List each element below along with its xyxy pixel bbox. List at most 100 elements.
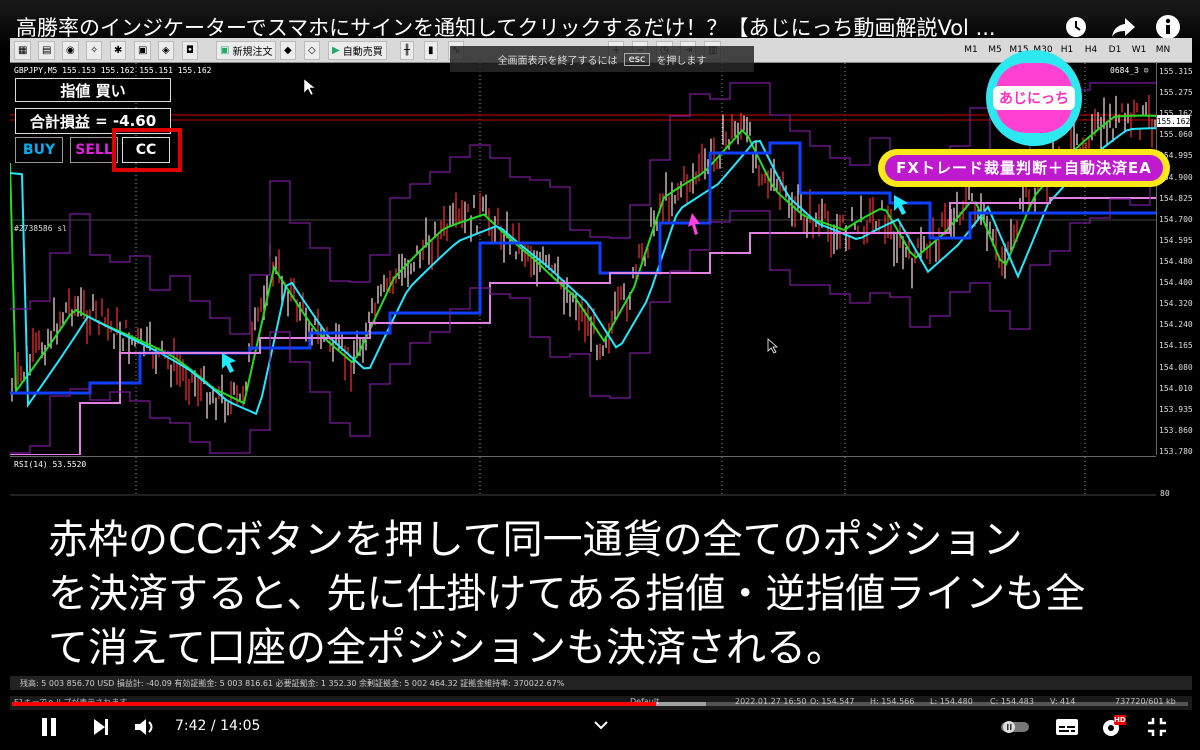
navigator-icon: ✱: [114, 45, 123, 56]
total-pl-equals: =: [95, 112, 108, 130]
terminal-icon: ▣: [138, 45, 148, 56]
toolbar-new-chart-button[interactable]: ▦: [14, 41, 32, 60]
price-axis-tick: 154.825: [1159, 193, 1193, 203]
time-display: 7:42 / 14:05: [175, 718, 260, 734]
logo-inner: あじにっち: [993, 63, 1075, 133]
price-axis-tick: 154.700: [1159, 214, 1193, 224]
rsi-label: RSI(14) 53.5520: [14, 460, 87, 469]
price-axis-tick: 153.935: [1159, 404, 1193, 414]
settings-icon[interactable]: HD: [1098, 714, 1128, 740]
price-axis-tick: 153.780: [1159, 447, 1193, 456]
esc-key-label: esc: [623, 52, 651, 66]
total-pl-label: 合計損益: [29, 112, 90, 131]
buy-signal-arrow: [222, 353, 236, 373]
rsi-axis-tick: 80: [1160, 489, 1170, 498]
price-axis-tick: 154.400: [1159, 278, 1193, 288]
fullscreen-exit-notice: 全画面表示を終了するには esc を押します: [450, 46, 754, 72]
time-total: 14:05: [220, 718, 261, 734]
timeframe-h1[interactable]: H1: [1056, 42, 1078, 58]
price-axis-tick: 154.080: [1159, 362, 1193, 372]
base-step-line: [10, 197, 1156, 456]
bar-chart-icon: ╫: [404, 45, 411, 56]
price-axis-tick: 155.275: [1159, 88, 1193, 98]
buy-button[interactable]: BUY: [15, 137, 63, 163]
toolbar-bar-chart-button[interactable]: ╫: [400, 41, 415, 60]
pause-icon[interactable]: [34, 714, 64, 740]
timeframe-m1[interactable]: M1: [960, 42, 982, 58]
toolbar-data-window-button[interactable]: ✧: [86, 41, 103, 60]
stop-loss-line-label: #2738586 sl: [14, 224, 67, 233]
logo-text: あじにっち: [993, 86, 1075, 110]
mouse-cursor: [303, 78, 316, 96]
toolbar-options-button[interactable]: ◇: [304, 41, 320, 60]
new-chart-icon: ▦: [18, 45, 28, 56]
ea-banner-text: FXトレード裁量判断＋自動決済EA: [885, 155, 1163, 181]
toolbar-profiles-button[interactable]: ▤: [38, 41, 56, 60]
video-progress-bar[interactable]: [12, 702, 1188, 706]
toolbar-terminal-button[interactable]: ▣: [134, 41, 152, 60]
toolbar-candle-button[interactable]: ▮: [424, 41, 438, 60]
tester-icon: ◈: [162, 45, 170, 56]
sell-signal-arrow: [688, 213, 700, 235]
toolbar-tester-button[interactable]: ◈: [158, 41, 174, 60]
autoplay-toggle-icon[interactable]: [1000, 714, 1030, 740]
toolbar-chart-settings-button[interactable]: ◘: [182, 41, 198, 60]
time-current: 7:42: [175, 718, 207, 734]
toolbar-navigator-button[interactable]: ✱: [110, 41, 127, 60]
buy-signal-arrow: [894, 195, 908, 215]
chart-settings-icon: ◘: [186, 45, 194, 56]
new-order-label: 新規注文: [232, 47, 273, 58]
market-watch-icon: ◉: [66, 45, 75, 56]
subtitle-caption: 赤枠のCCボタンを押して同一通貨の全てのポジション を決済すると、先に仕掛けてあ…: [22, 503, 1168, 673]
price-axis-tick: 154.320: [1159, 299, 1193, 309]
price-axis-tick: 154.165: [1159, 341, 1193, 351]
esc-notice-after: を押します: [656, 55, 707, 67]
account-summary-bar: 残高: 5 003 856.70 USD 損益計: -40.09 有効証拠金: …: [10, 676, 1192, 690]
chart-account-label: 0684_3 ☺: [1110, 66, 1149, 75]
profiles-icon: ▤: [42, 45, 52, 56]
data-window-icon: ✧: [90, 45, 99, 56]
fullscreen-exit-icon[interactable]: [1142, 714, 1172, 740]
time-separator: /: [210, 718, 216, 734]
auto-trade-icon: ▶: [332, 45, 340, 56]
price-chart[interactable]: [9, 63, 1170, 456]
caption-line-1: 赤枠のCCボタンを押して同一通貨の全てのポジション: [48, 517, 1023, 563]
options-icon: ◇: [308, 45, 316, 56]
mouse-cursor: [767, 338, 779, 354]
new-order-icon: ▣: [220, 45, 230, 56]
caption-line-2: を決済すると、先に仕掛けてある指値・逆指値ラインも全: [48, 571, 1086, 617]
price-axis-tick: 153.860: [1159, 425, 1193, 435]
candle-icon: ▮: [428, 45, 434, 56]
toolbar-market-watch-button[interactable]: ◉: [62, 41, 79, 60]
timeframe-w1[interactable]: W1: [1128, 42, 1150, 58]
timeframe-mn[interactable]: MN: [1152, 42, 1174, 58]
rsi-canvas: [10, 457, 1156, 497]
channel-logo: あじにっち: [986, 50, 1082, 146]
order-type-display: 指値 買い: [15, 78, 171, 102]
toolbar-metaeditor-button[interactable]: ◆: [280, 41, 296, 60]
account-summary-text: 残高: 5 003 856.70 USD 損益計: -40.09 有効証拠金: …: [20, 678, 565, 688]
price-axis-tick: 154.010: [1159, 383, 1193, 393]
timeframe-m5[interactable]: M5: [984, 42, 1006, 58]
price-axis-tick: 154.240: [1159, 320, 1193, 330]
timeframe-d1[interactable]: D1: [1104, 42, 1126, 58]
price-axis-tick: 154.595: [1159, 235, 1193, 245]
current-price-badge: 155.162: [1156, 115, 1191, 127]
auto-trade-button[interactable]: ▶ 自動売買: [328, 41, 387, 60]
next-icon[interactable]: [86, 714, 116, 740]
cc-highlight-frame: [112, 128, 182, 172]
hd-badge: HD: [1114, 716, 1126, 724]
chevron-down-icon[interactable]: [586, 712, 616, 738]
caption-line-3: て消えて口座の全ポジションも決済される。: [48, 625, 846, 671]
sell-button[interactable]: SELL: [70, 137, 118, 163]
chart-symbol-label: GBPJPY,M5 155.153 155.162 155.151 155.16…: [14, 66, 212, 75]
metaeditor-icon: ◆: [284, 45, 292, 56]
volume-icon[interactable]: [130, 714, 160, 740]
subtitles-icon[interactable]: [1052, 714, 1082, 740]
price-axis-tick: 155.060: [1159, 130, 1193, 140]
rsi-subwindow[interactable]: [10, 456, 1156, 497]
timeframe-h4[interactable]: H4: [1080, 42, 1102, 58]
price-axis-tick: 155.315: [1159, 67, 1193, 76]
price-chart-canvas: [9, 63, 1170, 456]
new-order-button[interactable]: ▣ 新規注文: [216, 41, 277, 60]
